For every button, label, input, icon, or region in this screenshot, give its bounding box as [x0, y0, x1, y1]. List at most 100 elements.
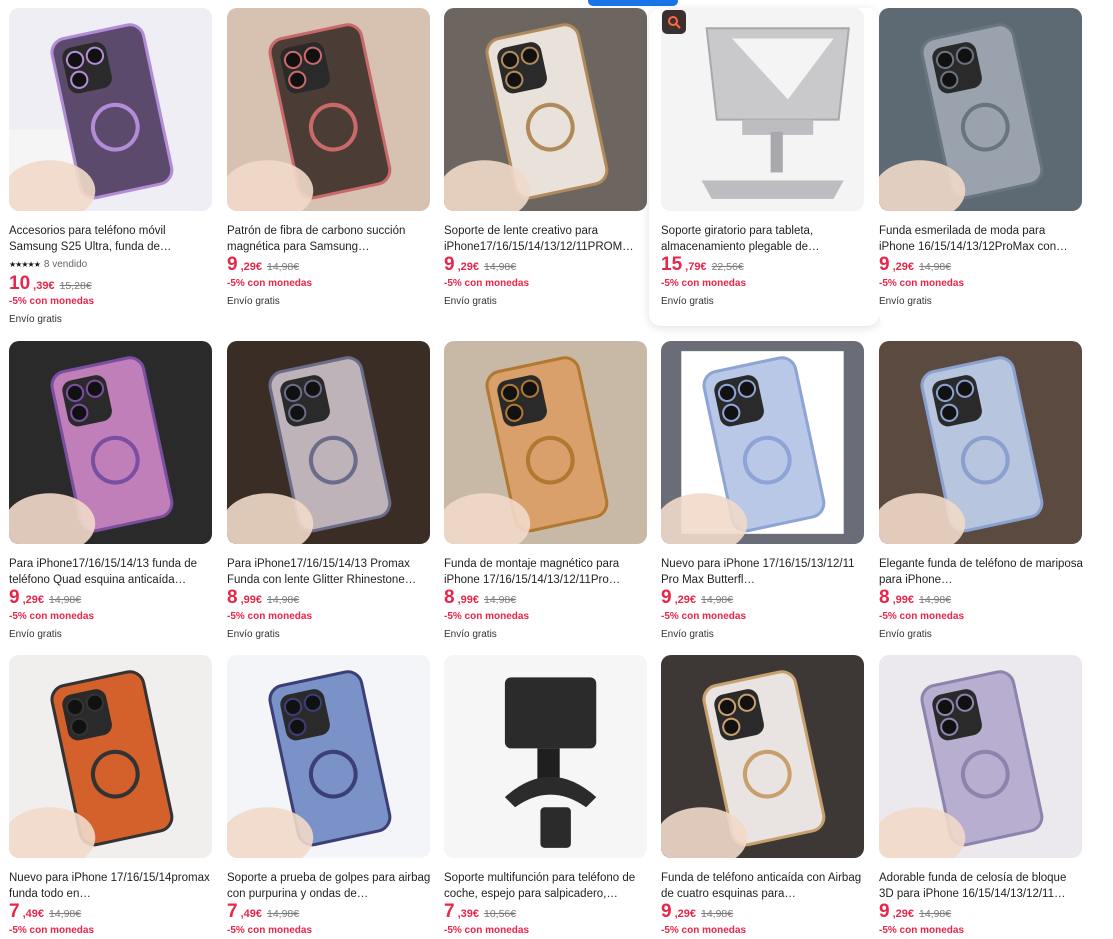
product-title[interactable]: Para iPhone17/16/15/14/13 funda de teléf… [9, 557, 214, 588]
free-shipping-label: Envío gratis [9, 629, 62, 640]
product-card[interactable]: Accesorios para teléfono móvil Samsung S… [9, 8, 227, 326]
product-title[interactable]: Adorable funda de celosía de bloque 3D p… [879, 871, 1084, 902]
price-row: 9,29€ 14,98€ [9, 587, 81, 609]
product-card[interactable]: Para iPhone17/16/15/14/13 funda de teléf… [9, 341, 227, 659]
coin-discount-label: -5% con monedas [227, 278, 313, 289]
product-image[interactable] [444, 341, 647, 544]
price-decimal: ,29€ [892, 908, 914, 920]
price-decimal: ,99€ [240, 594, 262, 606]
product-title[interactable]: Nuevo para iPhone 17/16/15/13/12/11 Pro … [661, 557, 866, 588]
product-title[interactable]: Soporte giratorio para tableta, almacena… [661, 224, 866, 255]
product-title[interactable]: Nuevo para iPhone 17/16/15/14promax fund… [9, 871, 214, 902]
price-decimal: ,99€ [892, 594, 914, 606]
price-decimal: ,79€ [685, 261, 707, 273]
product-title[interactable]: Elegante funda de teléfono de mariposa p… [879, 557, 1084, 588]
product-card[interactable]: Patrón de fibra de carbono succión magné… [227, 8, 445, 326]
product-title[interactable]: Soporte multifunción para teléfono de co… [444, 871, 649, 902]
price-decimal: ,29€ [240, 261, 262, 273]
visual-search-icon[interactable] [662, 10, 686, 34]
product-card[interactable]: Funda de montaje magnético para iPhone 1… [444, 341, 662, 659]
product-image[interactable] [227, 8, 430, 211]
product-image[interactable] [661, 8, 864, 211]
price-row: 10,39€ 15,28€ [9, 273, 92, 295]
coin-discount-label: -5% con monedas [227, 611, 313, 622]
product-image[interactable] [879, 655, 1082, 858]
product-title[interactable]: Soporte de lente creativo para iPhone17/… [444, 224, 649, 255]
product-card[interactable]: Para iPhone17/16/15/14/13 Promax Funda c… [227, 341, 445, 659]
original-price: 14,98€ [484, 594, 517, 606]
product-rating: ★★★★★ 8 vendido [9, 259, 87, 270]
product-title[interactable]: Patrón de fibra de carbono succión magné… [227, 224, 432, 255]
product-card[interactable]: Soporte de lente creativo para iPhone17/… [444, 8, 662, 326]
price-integer: 8 [444, 587, 455, 608]
original-price: 14,98€ [267, 908, 300, 920]
price-decimal: ,29€ [22, 594, 44, 606]
price-decimal: ,49€ [22, 908, 44, 920]
product-card[interactable]: Elegante funda de teléfono de mariposa p… [879, 341, 1097, 659]
product-image[interactable] [879, 8, 1082, 211]
price-decimal: ,49€ [240, 908, 262, 920]
product-title[interactable]: Soporte a prueba de golpes para airbag c… [227, 871, 432, 902]
price-row: 7,49€ 14,98€ [9, 901, 81, 923]
price-decimal: ,29€ [457, 261, 479, 273]
product-image[interactable] [9, 8, 212, 211]
coin-discount-label: -5% con monedas [227, 925, 313, 936]
product-image[interactable] [661, 341, 864, 544]
original-price: 14,98€ [267, 594, 300, 606]
product-card[interactable]: Nuevo para iPhone 17/16/15/14promax fund… [9, 655, 227, 939]
price-row: 9,29€ 14,98€ [444, 254, 516, 276]
price-row: 7,49€ 14,98€ [227, 901, 299, 923]
price-integer: 9 [444, 254, 455, 275]
sold-count: 8 vendido [43, 259, 88, 270]
product-grid: Accesorios para teléfono móvil Samsung S… [0, 0, 1113, 939]
coin-discount-label: -5% con monedas [879, 925, 965, 936]
top-banner-chip[interactable] [588, 0, 678, 6]
free-shipping-label: Envío gratis [444, 296, 497, 307]
price-decimal: ,99€ [457, 594, 479, 606]
product-card[interactable]: Funda de teléfono anticaída con Airbag d… [661, 655, 879, 939]
price-decimal: ,39€ [457, 908, 479, 920]
product-title[interactable]: Para iPhone17/16/15/14/13 Promax Funda c… [227, 557, 432, 588]
product-card[interactable]: Soporte a prueba de golpes para airbag c… [227, 655, 445, 939]
price-decimal: ,29€ [892, 261, 914, 273]
product-image[interactable] [227, 655, 430, 858]
product-image[interactable] [444, 655, 647, 858]
price-row: 8,99€ 14,98€ [227, 587, 299, 609]
original-price: 14,98€ [919, 261, 952, 273]
product-image[interactable] [9, 655, 212, 858]
coin-discount-label: -5% con monedas [9, 925, 95, 936]
product-card[interactable]: Funda esmerilada de moda para iPhone 16/… [879, 8, 1097, 326]
product-title[interactable]: Funda esmerilada de moda para iPhone 16/… [879, 224, 1084, 255]
product-image[interactable] [879, 341, 1082, 544]
product-image[interactable] [444, 8, 647, 211]
price-integer: 9 [879, 901, 890, 922]
product-image[interactable] [227, 341, 430, 544]
coin-discount-label: -5% con monedas [661, 611, 747, 622]
price-row: 9,29€ 14,98€ [879, 901, 951, 923]
price-integer: 10 [9, 273, 31, 294]
product-card[interactable]: Nuevo para iPhone 17/16/15/13/12/11 Pro … [661, 341, 879, 659]
product-title[interactable]: Funda de montaje magnético para iPhone 1… [444, 557, 649, 588]
free-shipping-label: Envío gratis [444, 629, 497, 640]
original-price: 14,98€ [484, 261, 517, 273]
product-image[interactable] [661, 655, 864, 858]
price-row: 7,39€ 10,56€ [444, 901, 516, 923]
free-shipping-label: Envío gratis [227, 296, 280, 307]
original-price: 14,98€ [701, 908, 734, 920]
price-integer: 7 [227, 901, 238, 922]
price-row: 9,29€ 14,98€ [227, 254, 299, 276]
product-title[interactable]: Accesorios para teléfono móvil Samsung S… [9, 224, 214, 255]
original-price: 22,56€ [711, 261, 744, 273]
product-image[interactable] [9, 341, 212, 544]
product-card[interactable]: Soporte giratorio para tableta, almacena… [649, 8, 879, 326]
coin-discount-label: -5% con monedas [879, 611, 965, 622]
free-shipping-label: Envío gratis [879, 629, 932, 640]
price-decimal: ,29€ [674, 594, 696, 606]
free-shipping-label: Envío gratis [879, 296, 932, 307]
coin-discount-label: -5% con monedas [9, 611, 95, 622]
product-card[interactable]: Adorable funda de celosía de bloque 3D p… [879, 655, 1097, 939]
product-card[interactable]: Soporte multifunción para teléfono de co… [444, 655, 662, 939]
price-row: 9,29€ 14,98€ [661, 901, 733, 923]
product-title[interactable]: Funda de teléfono anticaída con Airbag d… [661, 871, 866, 902]
original-price: 14,98€ [49, 908, 82, 920]
